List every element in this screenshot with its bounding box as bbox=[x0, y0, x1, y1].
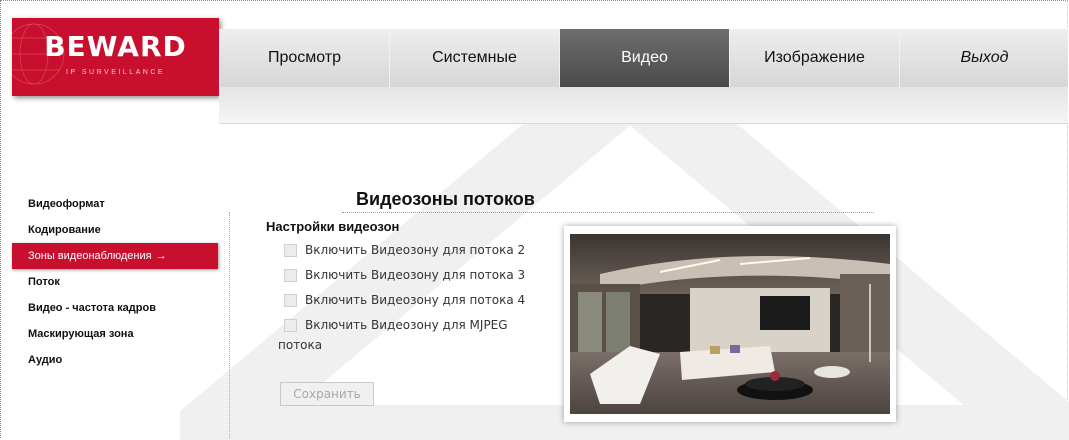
logo-tagline: IP SURVEILLANCE bbox=[65, 69, 166, 76]
page-title: Видеозоны потоков bbox=[356, 189, 535, 209]
save-button[interactable]: Сохранить bbox=[280, 382, 374, 406]
sidebar-item-audio[interactable]: Аудио bbox=[12, 347, 218, 373]
main-nav: Просмотр Системные Видео Изображение Вых… bbox=[219, 29, 1069, 87]
video-preview bbox=[564, 226, 896, 422]
nav-system[interactable]: Системные bbox=[389, 29, 559, 87]
checkbox-label: Включить Видеозону для потока 4 bbox=[305, 293, 526, 307]
checkbox-stream-2[interactable] bbox=[284, 243, 297, 257]
checkbox-mjpeg[interactable] bbox=[284, 318, 297, 332]
checkbox-stream-3[interactable] bbox=[284, 268, 297, 282]
sidebar-item-label: Видео - частота кадров bbox=[28, 302, 156, 314]
sidebar-item-label: Зоны видеонаблюдения bbox=[28, 250, 152, 262]
preview-image bbox=[570, 234, 890, 414]
section-title: Настройки видеозон bbox=[266, 219, 400, 234]
arrow-right-icon: → bbox=[155, 250, 167, 262]
sidebar-divider bbox=[229, 212, 231, 438]
nav-image[interactable]: Изображение bbox=[729, 29, 899, 87]
sidebar-item-label: Видеоформат bbox=[28, 198, 105, 210]
checkbox-label: Включить Видеозону для MJPEG bbox=[305, 318, 508, 332]
sidebar-item-surveillance-zones[interactable]: Зоны видеонаблюдения → bbox=[12, 243, 218, 269]
sidebar-item-privacy-mask[interactable]: Маскирующая зона bbox=[12, 321, 218, 347]
sidebar-item-video-format[interactable]: Видеоформат bbox=[12, 191, 218, 217]
sidebar-item-stream[interactable]: Поток bbox=[12, 269, 218, 295]
nav-view[interactable]: Просмотр bbox=[219, 29, 389, 87]
checkbox-label: Включить Видеозону для потока 2 bbox=[305, 243, 526, 257]
checkbox-row-stream-3[interactable]: Включить Видеозону для потока 3 bbox=[284, 268, 525, 282]
checkbox-label-continuation: потока bbox=[278, 338, 323, 352]
sidebar-item-frame-rate[interactable]: Видео - частота кадров bbox=[12, 295, 218, 321]
sidebar-item-label: Поток bbox=[28, 276, 60, 288]
title-divider bbox=[342, 212, 874, 213]
sidebar: Видеоформат Кодирование Зоны видеонаблюд… bbox=[12, 191, 218, 373]
logo-brand: BEWARD bbox=[44, 30, 187, 63]
sidebar-item-label: Кодирование bbox=[28, 224, 101, 236]
checkbox-row-mjpeg[interactable]: Включить Видеозону для MJPEG bbox=[284, 318, 508, 332]
checkbox-row-stream-4[interactable]: Включить Видеозону для потока 4 bbox=[284, 293, 525, 307]
sidebar-item-label: Аудио bbox=[28, 354, 63, 366]
sub-navigation-bar bbox=[219, 87, 1068, 124]
beward-logo[interactable]: BEWARD IP SURVEILLANCE bbox=[12, 18, 219, 96]
nav-video[interactable]: Видео bbox=[559, 29, 729, 87]
sidebar-item-encoding[interactable]: Кодирование bbox=[12, 217, 218, 243]
checkbox-row-stream-2[interactable]: Включить Видеозону для потока 2 bbox=[284, 243, 525, 257]
nav-logout[interactable]: Выход bbox=[899, 29, 1069, 87]
checkbox-stream-4[interactable] bbox=[284, 293, 297, 307]
checkbox-label: Включить Видеозону для потока 3 bbox=[305, 268, 526, 282]
sidebar-item-label: Маскирующая зона bbox=[28, 328, 134, 340]
